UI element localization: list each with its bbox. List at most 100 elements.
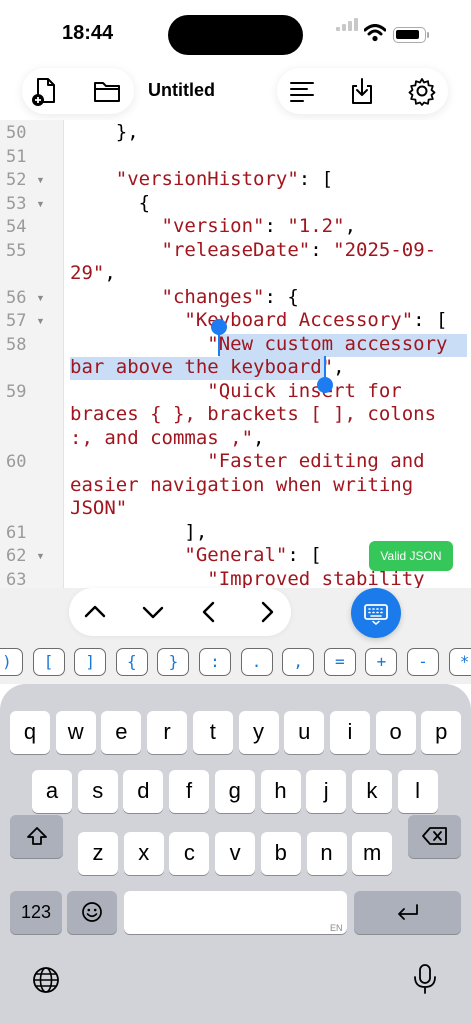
insert-key[interactable]: * [448, 648, 471, 676]
json-string: "General" [184, 544, 288, 566]
chevron-down-icon[interactable] [139, 598, 167, 626]
code-line: easier navigation when writing [70, 474, 413, 498]
code-line: bar above the keyboard", [70, 356, 345, 380]
line-number: 56 [6, 287, 27, 308]
json-string: "Faster editing and [207, 450, 425, 472]
file-actions-group [22, 68, 134, 114]
line-number-gutter: 50 51 52 ▼ 53 ▼ 54 55 56 ▼ 57 ▼ 58 59 60 61 62 ▼ 63 [0, 120, 64, 588]
key-k[interactable]: k [351, 770, 392, 813]
fold-toggle-icon[interactable]: ▼ [36, 193, 45, 216]
json-punctuation: , [104, 262, 116, 284]
insert-key[interactable]: + [365, 648, 398, 676]
code-line: "Faster editing and [70, 450, 425, 474]
key-g[interactable]: g [214, 770, 255, 813]
key-m[interactable]: m [352, 832, 393, 875]
line-number: 52 [6, 170, 27, 190]
shift-key[interactable] [10, 815, 63, 858]
fold-toggle-icon[interactable]: ▼ [36, 310, 45, 333]
code-line: "version": "1.2", [70, 215, 357, 239]
key-w[interactable]: w [55, 711, 96, 754]
microphone-icon[interactable] [412, 963, 438, 995]
json-string: "New custom accessory [207, 332, 448, 355]
emoji-key[interactable] [67, 891, 117, 934]
insert-key[interactable]: ) [0, 648, 23, 676]
fold-toggle-icon[interactable]: ▼ [36, 545, 45, 568]
insert-key[interactable]: : [199, 648, 231, 676]
line-number: 63 [6, 569, 27, 589]
key-e[interactable]: e [101, 711, 142, 754]
new-file-icon[interactable] [30, 76, 60, 106]
key-x[interactable]: x [123, 832, 164, 875]
fold-toggle-icon[interactable]: ▼ [36, 169, 45, 192]
code-editor[interactable]: 50 51 52 ▼ 53 ▼ 54 55 56 ▼ 57 ▼ 58 59 60 61 62 ▼ 63 }, "ve… [0, 120, 471, 588]
insert-key[interactable]: - [407, 648, 439, 676]
key-y[interactable]: y [238, 711, 279, 754]
key-z[interactable]: z [78, 832, 118, 875]
format-text-icon[interactable] [287, 76, 317, 106]
key-v[interactable]: v [215, 832, 256, 875]
key-c[interactable]: c [169, 832, 210, 875]
insert-key[interactable]: [ [32, 648, 65, 676]
code-line: braces { }, brackets [ ], colons [70, 403, 436, 427]
json-punctuation [70, 380, 207, 402]
document-title[interactable]: Untitled [148, 80, 215, 101]
key-s[interactable]: s [77, 770, 118, 813]
json-string: "version" [161, 215, 265, 237]
numbers-key[interactable]: 123 [10, 891, 62, 934]
keyboard-icon [364, 604, 388, 625]
json-string: "2025-09- [333, 238, 437, 261]
key-b[interactable]: b [260, 832, 301, 875]
key-f[interactable]: f [169, 770, 210, 813]
insert-key[interactable]: { [115, 648, 148, 676]
json-string: "releaseDate" [161, 238, 311, 261]
insert-key[interactable]: ] [74, 648, 107, 676]
cursor-navigation-group [69, 588, 291, 636]
code-line: 29", [70, 262, 116, 286]
key-d[interactable]: d [123, 770, 164, 813]
key-u[interactable]: u [284, 711, 325, 754]
code-line: :, and commas ,", [70, 427, 264, 451]
chevron-left-icon[interactable] [195, 598, 223, 626]
selection-start-handle[interactable] [211, 319, 227, 335]
settings-gear-icon[interactable] [407, 76, 437, 106]
chevron-up-icon[interactable] [81, 598, 109, 626]
json-punctuation: : [ [298, 168, 334, 190]
key-i[interactable]: i [329, 711, 370, 754]
chevron-right-icon[interactable] [253, 598, 281, 626]
key-a[interactable]: a [32, 770, 72, 813]
battery-level [396, 30, 419, 39]
backspace-icon [421, 827, 447, 845]
key-j[interactable]: j [306, 770, 347, 813]
code-line: JSON" [70, 497, 127, 521]
battery-icon [393, 27, 426, 43]
key-p[interactable]: p [421, 711, 462, 754]
key-h[interactable]: h [260, 770, 301, 813]
key-n[interactable]: n [306, 832, 347, 875]
json-string: JSON" [70, 497, 128, 519]
json-punctuation [70, 239, 162, 261]
insert-key[interactable]: } [157, 648, 190, 676]
json-punctuation: ], [70, 520, 208, 543]
key-l[interactable]: l [397, 770, 438, 813]
insert-key[interactable]: . [240, 648, 273, 676]
key-o[interactable]: o [375, 711, 416, 754]
folder-icon[interactable] [92, 76, 122, 106]
json-punctuation [70, 333, 207, 355]
insert-key[interactable]: , [282, 648, 315, 676]
insert-key[interactable]: = [323, 648, 356, 676]
json-punctuation: , [253, 426, 265, 449]
key-t[interactable]: t [192, 711, 233, 754]
selection-end-handle[interactable] [317, 377, 333, 393]
return-key[interactable] [354, 891, 461, 934]
code-line: ], [70, 521, 207, 545]
space-bar[interactable] [124, 891, 347, 934]
keyboard-toggle-button[interactable] [351, 588, 401, 638]
fold-toggle-icon[interactable]: ▼ [36, 287, 45, 310]
globe-icon[interactable] [31, 965, 61, 995]
key-r[interactable]: r [147, 711, 188, 754]
space-language-hint: EN [330, 923, 343, 933]
backspace-key[interactable] [408, 815, 461, 858]
key-q[interactable]: q [10, 711, 50, 754]
line-number: 58 [6, 334, 27, 355]
save-download-icon[interactable] [347, 76, 377, 106]
